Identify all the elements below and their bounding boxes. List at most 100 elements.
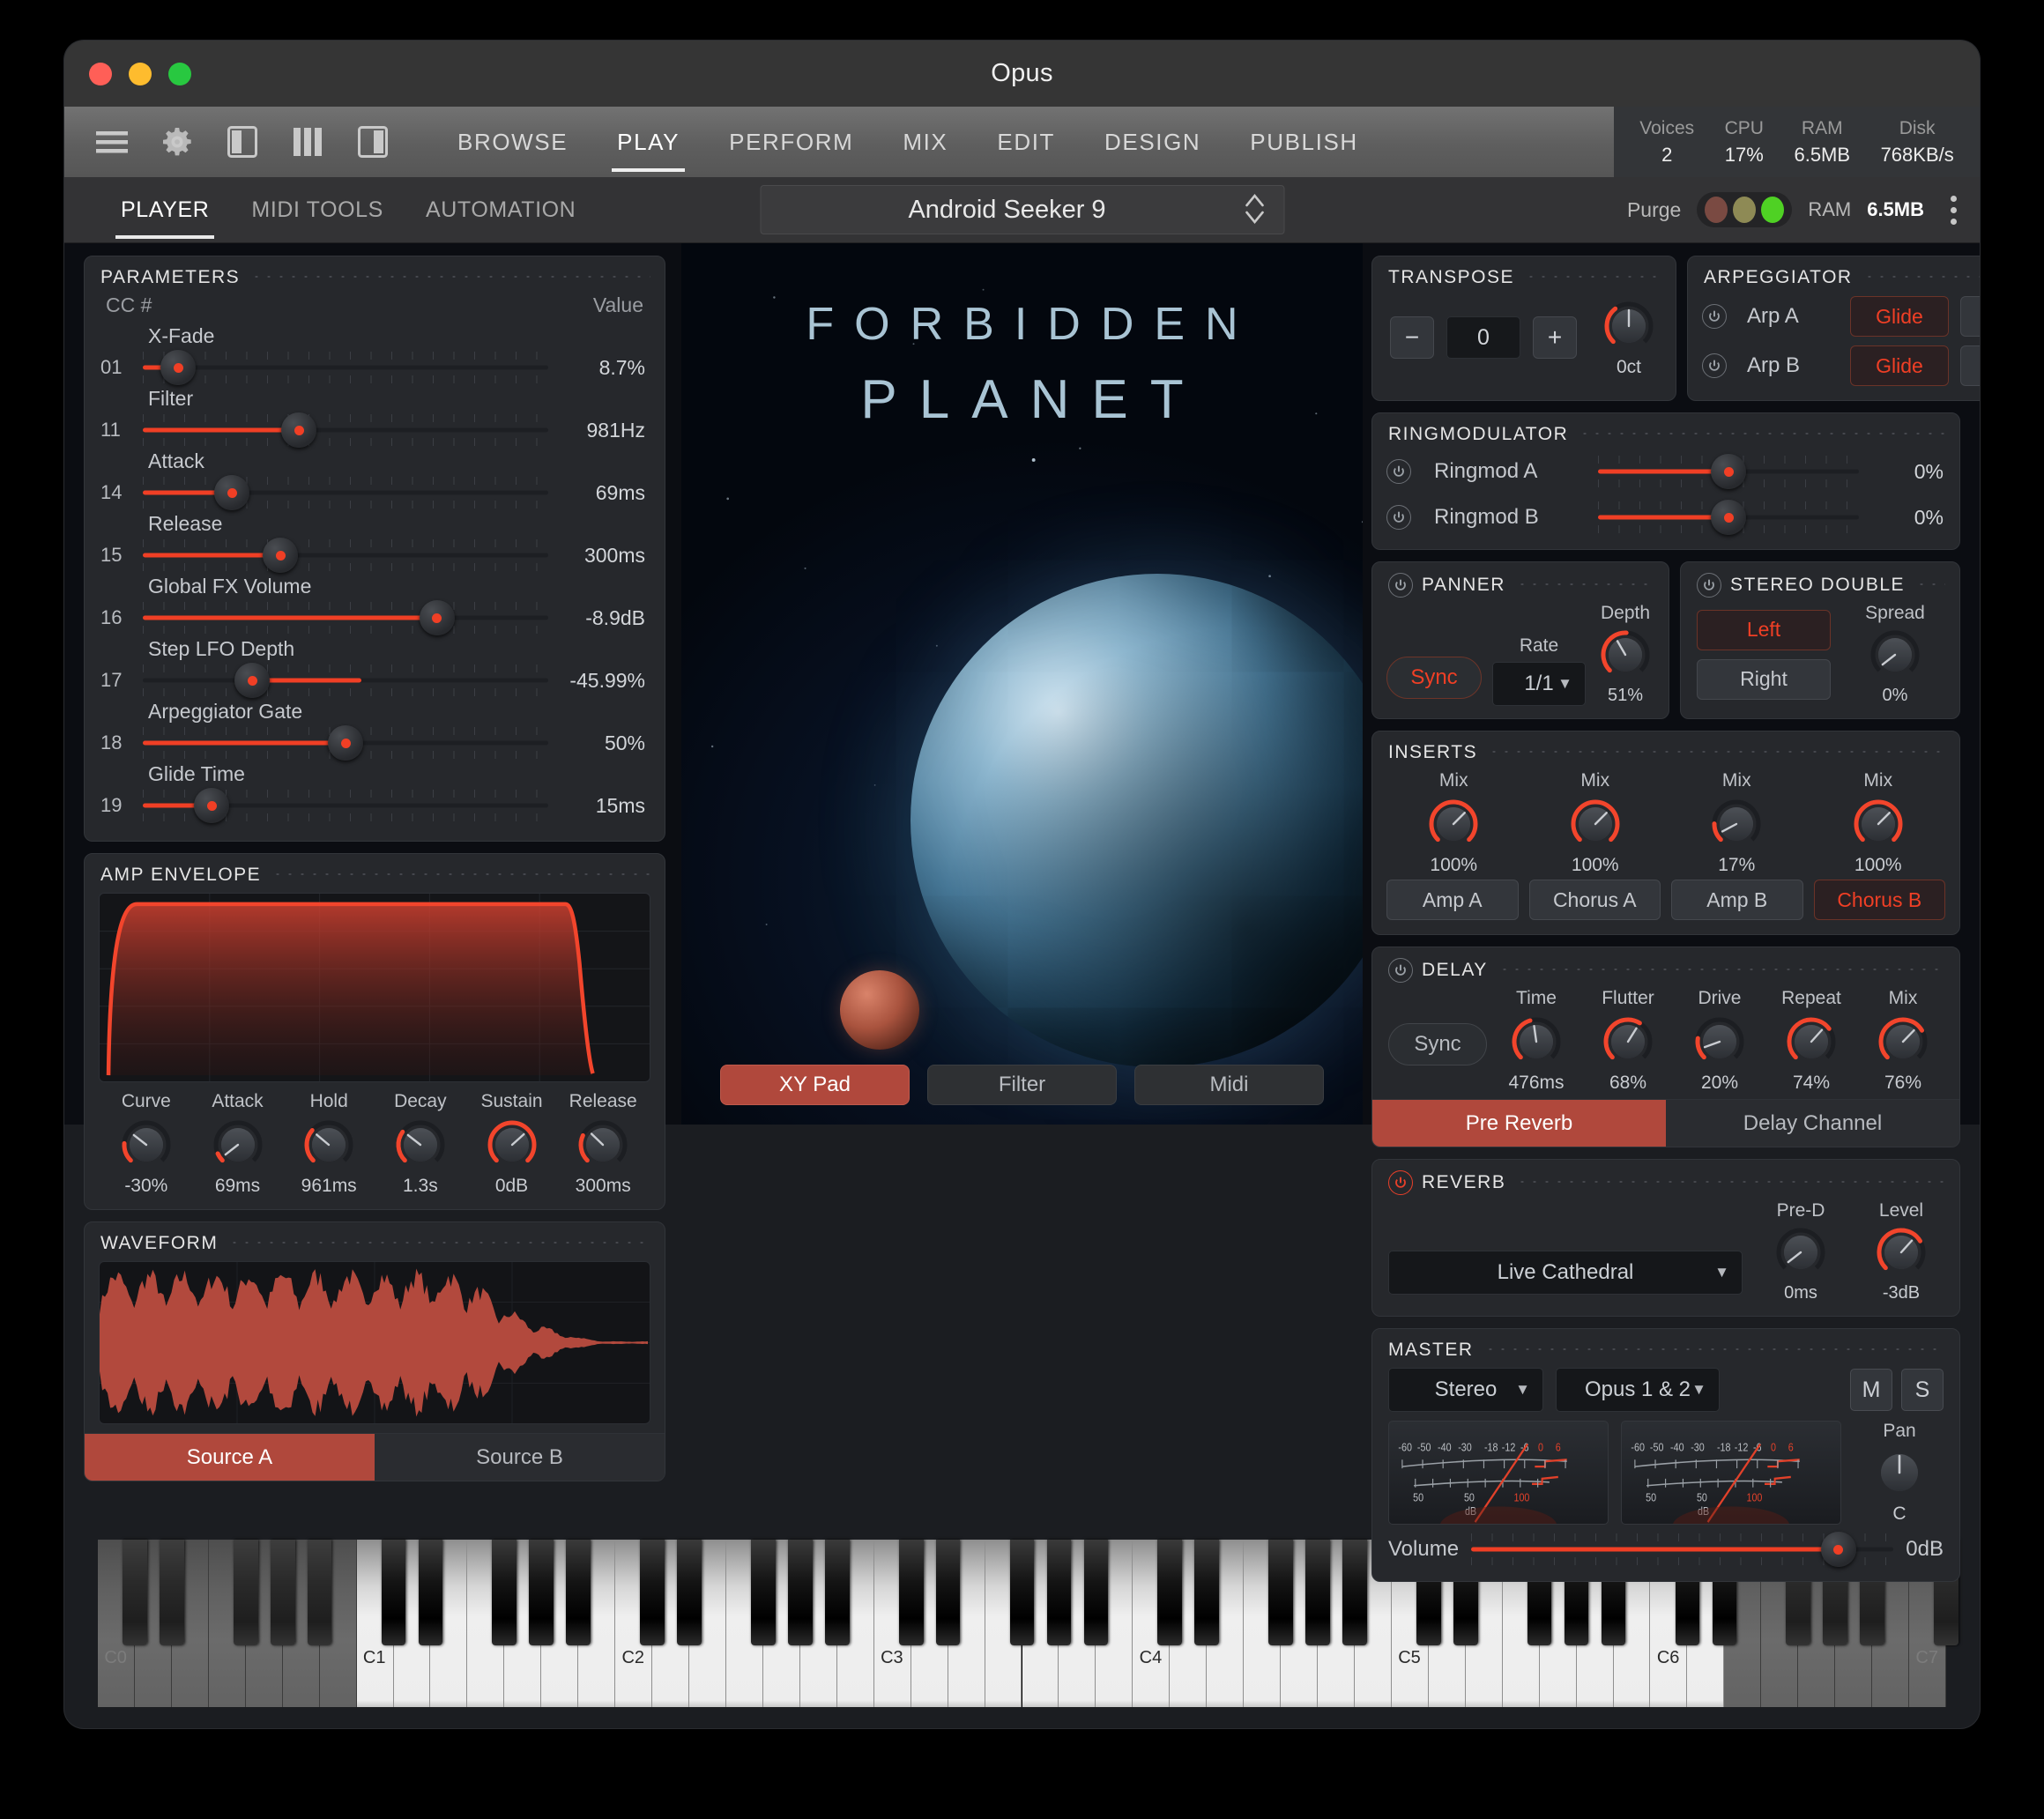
- arp-b-porta-button[interactable]: Porta: [1960, 345, 1980, 386]
- nav-item-design[interactable]: DESIGN: [1080, 107, 1225, 177]
- master-volume-slider[interactable]: [1471, 1532, 1893, 1567]
- filter-view-button[interactable]: Filter: [927, 1065, 1117, 1105]
- panner-sync-button[interactable]: Sync: [1386, 657, 1482, 699]
- reverb-pred-knob[interactable]: [1772, 1223, 1830, 1281]
- mute-button[interactable]: M: [1850, 1369, 1892, 1411]
- parameter-slider[interactable]: [143, 412, 548, 448]
- solo-button[interactable]: S: [1901, 1369, 1944, 1411]
- black-key[interactable]: [640, 1540, 665, 1645]
- parameter-slider[interactable]: [143, 350, 548, 385]
- black-key[interactable]: [1305, 1540, 1330, 1645]
- black-key[interactable]: [160, 1540, 184, 1645]
- master-bus-select[interactable]: Opus 1 & 2▼: [1556, 1368, 1720, 1412]
- delay-knob[interactable]: [1599, 1013, 1657, 1071]
- black-key[interactable]: [1342, 1540, 1367, 1645]
- ringmod-b-slider[interactable]: [1598, 500, 1859, 535]
- tab-player[interactable]: PLAYER: [100, 177, 230, 242]
- transpose-value[interactable]: 0: [1446, 316, 1520, 359]
- nav-item-mix[interactable]: MIX: [878, 107, 972, 177]
- insert-slot-chorus-b[interactable]: Chorus B: [1814, 880, 1946, 920]
- purge-leds[interactable]: [1697, 192, 1792, 227]
- insert-mix-knob[interactable]: [1424, 795, 1483, 853]
- left-panel-icon[interactable]: [225, 124, 260, 160]
- black-key[interactable]: [492, 1540, 517, 1645]
- panner-rate-select[interactable]: 1/1▼: [1492, 662, 1586, 706]
- reverb-power-icon[interactable]: [1388, 1170, 1413, 1195]
- envelope-knob[interactable]: [117, 1116, 175, 1174]
- nav-item-play[interactable]: PLAY: [592, 107, 704, 177]
- purge-led-1[interactable]: [1705, 197, 1728, 223]
- gear-icon[interactable]: [160, 124, 195, 160]
- insert-slot-amp-a[interactable]: Amp A: [1386, 880, 1519, 920]
- parameter-slider[interactable]: [143, 475, 548, 510]
- source-a-button[interactable]: Source A: [85, 1434, 375, 1481]
- black-key[interactable]: [1194, 1540, 1219, 1645]
- black-key[interactable]: [566, 1540, 591, 1645]
- delay-knob[interactable]: [1874, 1013, 1932, 1071]
- black-key[interactable]: [1047, 1540, 1072, 1645]
- master-output-select[interactable]: Stereo▼: [1388, 1368, 1543, 1412]
- tab-automation[interactable]: AUTOMATION: [405, 177, 597, 242]
- arp-a-power-icon[interactable]: [1702, 304, 1727, 329]
- ringmod-b-power-icon[interactable]: [1386, 505, 1411, 530]
- delay-pre-reverb-tab[interactable]: Pre Reverb: [1372, 1100, 1666, 1147]
- black-key[interactable]: [271, 1540, 295, 1645]
- delay-sync-button[interactable]: Sync: [1388, 1023, 1487, 1065]
- midi-view-button[interactable]: Midi: [1134, 1065, 1324, 1105]
- insert-mix-knob[interactable]: [1707, 795, 1765, 853]
- stereo-right-button[interactable]: Right: [1697, 659, 1831, 700]
- reverb-preset-select[interactable]: Live Cathedral▼: [1388, 1251, 1743, 1295]
- envelope-knob[interactable]: [209, 1116, 267, 1174]
- insert-slot-amp-b[interactable]: Amp B: [1671, 880, 1803, 920]
- purge-led-2[interactable]: [1733, 197, 1756, 223]
- panner-power-icon[interactable]: [1388, 573, 1413, 598]
- stereo-double-power-icon[interactable]: [1697, 573, 1721, 598]
- parameter-slider[interactable]: [143, 663, 548, 698]
- delay-power-icon[interactable]: [1388, 958, 1413, 983]
- waveform-display[interactable]: [99, 1261, 650, 1424]
- nav-item-perform[interactable]: PERFORM: [704, 107, 878, 177]
- arp-b-power-icon[interactable]: [1702, 353, 1727, 378]
- insert-slot-chorus-a[interactable]: Chorus A: [1529, 880, 1661, 920]
- ringmod-a-slider[interactable]: [1598, 454, 1859, 489]
- black-key[interactable]: [123, 1540, 147, 1645]
- transpose-increment-button[interactable]: +: [1533, 316, 1577, 359]
- black-key[interactable]: [1268, 1540, 1293, 1645]
- parameter-slider[interactable]: [143, 725, 548, 761]
- arp-b-glide-button[interactable]: Glide: [1850, 345, 1949, 386]
- parameter-slider[interactable]: [143, 600, 548, 635]
- black-key[interactable]: [825, 1540, 850, 1645]
- black-key[interactable]: [382, 1540, 406, 1645]
- chevron-updown-icon[interactable]: [1239, 189, 1269, 232]
- hamburger-menu-icon[interactable]: [94, 124, 130, 160]
- source-b-button[interactable]: Source B: [375, 1434, 665, 1481]
- insert-mix-knob[interactable]: [1566, 795, 1624, 853]
- keyboard-icon[interactable]: [290, 124, 325, 160]
- parameter-slider[interactable]: [143, 538, 548, 573]
- maximize-button[interactable]: [168, 63, 191, 85]
- delay-knob[interactable]: [1782, 1013, 1840, 1071]
- transpose-decrement-button[interactable]: −: [1390, 316, 1434, 359]
- ringmod-a-power-icon[interactable]: [1386, 459, 1411, 484]
- minimize-button[interactable]: [129, 63, 152, 85]
- black-key[interactable]: [899, 1540, 924, 1645]
- stereo-spread-knob[interactable]: [1866, 626, 1924, 684]
- reverb-level-knob[interactable]: [1872, 1223, 1930, 1281]
- nav-item-publish[interactable]: PUBLISH: [1225, 107, 1382, 177]
- envelope-knob[interactable]: [391, 1116, 450, 1174]
- more-options-icon[interactable]: [1940, 196, 1957, 225]
- envelope-knob[interactable]: [483, 1116, 541, 1174]
- panner-depth-knob[interactable]: [1596, 626, 1654, 684]
- black-key[interactable]: [419, 1540, 443, 1645]
- nav-item-edit[interactable]: EDIT: [972, 107, 1080, 177]
- purge-led-3[interactable]: [1761, 197, 1784, 223]
- parameter-slider[interactable]: [143, 788, 548, 823]
- black-key[interactable]: [1157, 1540, 1182, 1645]
- stereo-left-button[interactable]: Left: [1697, 610, 1831, 650]
- xy-pad-button[interactable]: XY Pad: [720, 1065, 910, 1105]
- envelope-knob[interactable]: [300, 1116, 358, 1174]
- black-key[interactable]: [677, 1540, 702, 1645]
- arp-a-glide-button[interactable]: Glide: [1850, 296, 1949, 337]
- black-key[interactable]: [751, 1540, 776, 1645]
- black-key[interactable]: [936, 1540, 961, 1645]
